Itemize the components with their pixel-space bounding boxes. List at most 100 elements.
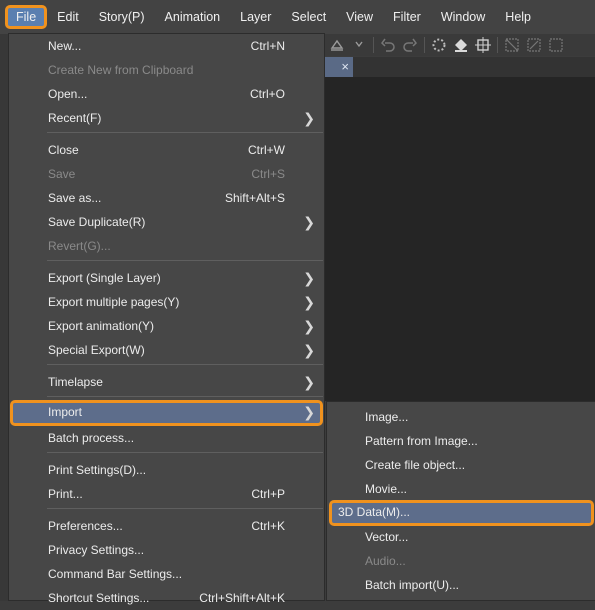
menu-item-open[interactable]: Open... Ctrl+O [10,82,323,106]
chevron-right-icon: ❯ [303,318,315,334]
chevron-right-icon: ❯ [303,270,315,286]
menu-item-label: Image... [365,410,409,424]
chevron-right-icon: ❯ [303,294,315,310]
menu-animation[interactable]: Animation [155,5,231,29]
menu-separator [47,364,323,365]
menu-item-label: Print... [48,487,83,501]
import-submenu: Image... Pattern from Image... Create fi… [326,401,595,601]
menu-item-preferences[interactable]: Preferences... Ctrl+K [10,514,323,538]
menu-separator [47,260,323,261]
menu-item-label: Pattern from Image... [365,434,478,448]
menu-item-create-new-from-clipboard: Create New from Clipboard [10,58,323,82]
shortcut-label: Ctrl+N [250,39,285,53]
menu-layer[interactable]: Layer [230,5,281,29]
menu-item-command-bar-settings[interactable]: Command Bar Settings... [10,562,323,586]
redo-icon[interactable] [402,37,418,53]
menu-item-save: Save Ctrl+S [10,162,323,186]
menu-item-label: 3D Data(M)... [338,505,411,519]
menu-edit[interactable]: Edit [47,5,89,29]
menu-item-export-multiple-pages[interactable]: Export multiple pages(Y) ❯ [10,290,323,314]
canvas-tab[interactable]: × [325,57,353,77]
submenu-item-create-file-object[interactable]: Create file object... [328,453,594,477]
canvas-area[interactable] [325,77,595,401]
file-menu-dropdown: New... Ctrl+N Create New from Clipboard … [8,33,325,605]
chevron-right-icon: ❯ [303,110,315,126]
menu-item-label: Command Bar Settings... [48,567,183,581]
menu-separator [47,396,323,397]
menu-separator [47,132,323,133]
dropdown-arrow-icon[interactable] [351,37,367,53]
crop-icon[interactable] [475,37,491,53]
menu-item-label: Close [48,143,79,157]
submenu-item-3d-data[interactable]: 3D Data(M)... [329,500,594,526]
menu-item-export-animation[interactable]: Export animation(Y) ❯ [10,314,323,338]
menu-item-label: Save Duplicate(R) [48,215,146,229]
menu-separator [47,452,323,453]
menu-story[interactable]: Story(P) [89,5,155,29]
menu-select[interactable]: Select [281,5,336,29]
shortcut-label: Shift+Alt+S [224,191,285,205]
shortcut-label: Ctrl+K [251,519,285,533]
shortcut-label: Ctrl+S [251,167,285,181]
menu-item-label: Batch process... [48,431,135,445]
submenu-item-image[interactable]: Image... [328,405,594,429]
command-bar [325,34,595,56]
canvas-tab-strip: × [325,57,595,77]
menu-item-label: Batch import(U)... [365,578,460,592]
submenu-item-vector[interactable]: Vector... [328,525,594,549]
chevron-right-icon: ❯ [303,214,315,230]
menu-item-print-settings[interactable]: Print Settings(D)... [10,458,323,482]
submenu-item-movie[interactable]: Movie... [328,477,594,501]
close-icon[interactable]: × [341,57,349,77]
menu-view[interactable]: View [336,5,383,29]
menu-item-print[interactable]: Print... Ctrl+P [10,482,323,506]
menu-item-label: Shortcut Settings... [48,591,150,605]
menu-file[interactable]: File [5,5,48,29]
menu-item-new[interactable]: New... Ctrl+N [10,34,323,58]
shortcut-label: Ctrl+O [249,87,285,101]
fill-icon[interactable] [453,37,469,53]
toolbar-divider [497,37,498,53]
menu-item-import[interactable]: Import ❯ [10,400,323,426]
submenu-item-pattern-from-image[interactable]: Pattern from Image... [328,429,594,453]
menu-item-privacy-settings[interactable]: Privacy Settings... [10,538,323,562]
shortcut-label: Ctrl+P [251,487,285,501]
menu-bar: File Edit Story(P) Animation Layer Selec… [0,0,595,35]
submenu-item-batch-import[interactable]: Batch import(U)... [328,573,594,597]
menu-item-recent[interactable]: Recent(F) ❯ [10,106,323,130]
menu-item-export-single-layer[interactable]: Export (Single Layer) ❯ [10,266,323,290]
undo-icon[interactable] [380,37,396,53]
menu-item-save-as[interactable]: Save as... Shift+Alt+S [10,186,323,210]
transform-icon[interactable] [329,37,345,53]
menu-item-shortcut-settings[interactable]: Shortcut Settings... Ctrl+Shift+Alt+K [10,586,323,610]
menu-item-label: Revert(G)... [48,239,111,253]
menu-item-label: Export multiple pages(Y) [48,295,180,309]
submenu-item-audio: Audio... [328,549,594,573]
menu-item-label: Timelapse [48,375,103,389]
chevron-right-icon: ❯ [303,374,315,390]
loading-spinner-icon[interactable] [431,37,447,53]
menu-help[interactable]: Help [495,5,541,29]
clear-selection-icon[interactable] [504,37,520,53]
menu-window[interactable]: Window [431,5,495,29]
menu-item-label: Create file object... [365,458,466,472]
menu-item-save-duplicate[interactable]: Save Duplicate(R) ❯ [10,210,323,234]
menu-item-label: New... [48,39,82,53]
menu-item-special-export[interactable]: Special Export(W) ❯ [10,338,323,362]
menu-item-close[interactable]: Close Ctrl+W [10,138,323,162]
menu-item-label: Save [48,167,76,181]
selection-border-icon[interactable] [548,37,564,53]
chevron-right-icon: ❯ [303,342,315,358]
shortcut-label: Ctrl+Shift+Alt+K [199,591,285,605]
menu-item-timelapse[interactable]: Timelapse ❯ [10,370,323,394]
menu-item-batch-process[interactable]: Batch process... [10,426,323,450]
menu-separator [47,508,323,509]
menu-item-label: Import [48,405,83,419]
menu-item-label: Print Settings(D)... [48,463,147,477]
menu-item-revert: Revert(G)... [10,234,323,258]
menu-item-label: Vector... [365,530,409,544]
invert-selection-icon[interactable] [526,37,542,53]
menu-item-label: Audio... [365,554,406,568]
menu-item-label: Create New from Clipboard [48,63,194,77]
menu-filter[interactable]: Filter [383,5,431,29]
